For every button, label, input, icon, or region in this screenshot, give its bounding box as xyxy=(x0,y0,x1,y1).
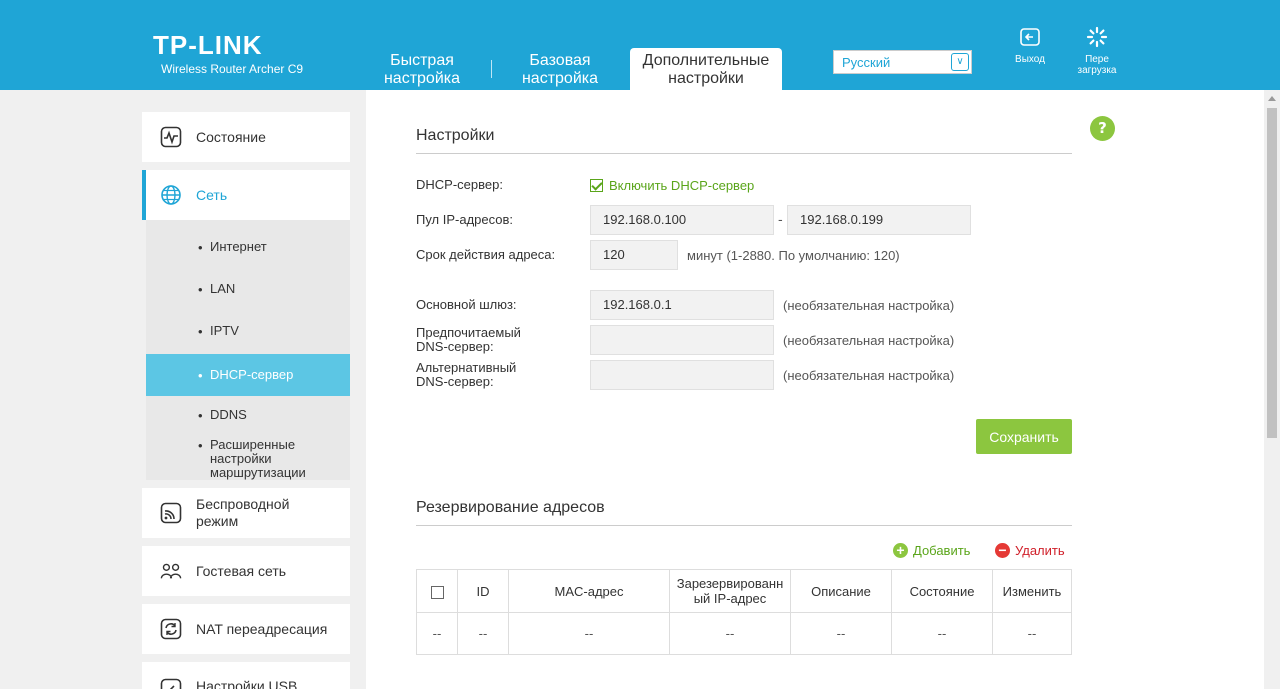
gateway-input[interactable]: 192.168.0.1 xyxy=(590,290,774,320)
vertical-scrollbar[interactable] xyxy=(1264,90,1280,689)
primary-dns-input[interactable] xyxy=(590,325,774,355)
sidebar-item-usb[interactable]: Настройки USB xyxy=(142,662,350,689)
language-value: Русский xyxy=(842,55,891,70)
router-model: Wireless Router Archer C9 xyxy=(161,62,304,76)
table-cell: -- xyxy=(416,612,458,655)
tab-separator xyxy=(491,60,492,78)
submenu-item-advanced-routing[interactable]: Расширенные настройки маршрутизации xyxy=(146,438,350,480)
select-all-header[interactable] xyxy=(416,569,458,613)
select-all-checkbox[interactable] xyxy=(430,585,444,599)
table-cell: -- xyxy=(669,612,791,655)
tab-basic[interactable]: Базовая настройка xyxy=(510,48,610,90)
brand-logo: TP-LINK xyxy=(153,30,263,60)
chevron-down-icon: ∨ xyxy=(951,53,969,71)
submenu-item-iptv[interactable]: IPTV xyxy=(146,324,350,344)
col-reserved-ip: Зарезервированн ый IP-адрес xyxy=(669,569,791,613)
ip-pool-label: Пул IP-адресов: xyxy=(416,212,514,227)
ip-pool-end-input[interactable]: 192.168.0.199 xyxy=(787,205,971,235)
logout-button[interactable]: Выход xyxy=(1010,26,1050,65)
globe-icon xyxy=(161,185,181,205)
submenu-item-dhcp-server[interactable]: DHCP-сервер xyxy=(146,354,350,396)
status-pulse-icon xyxy=(160,126,182,148)
reservation-table: ID MAC-адрес Зарезервированн ый IP-адрес… xyxy=(416,569,1072,655)
reboot-icon xyxy=(1086,26,1108,48)
secondary-dns-label: Альтернативный DNS-сервер: xyxy=(416,360,517,389)
col-edit: Изменить xyxy=(992,569,1072,613)
reservation-section-title: Резервирование адресов xyxy=(416,499,605,516)
section-divider xyxy=(416,153,1072,154)
submenu-item-lan[interactable]: LAN xyxy=(146,282,350,302)
reservation-divider xyxy=(416,525,1072,526)
wireless-icon xyxy=(160,502,182,524)
gateway-optional-note: (необязательная настройка) xyxy=(783,298,955,313)
sidebar-item-nat[interactable]: NAT переадресация xyxy=(142,604,350,654)
scroll-up-arrow-icon[interactable] xyxy=(1268,96,1276,101)
table-row: -- -- -- -- -- -- -- xyxy=(416,612,1072,655)
primary-dns-label: Предпочитаемый DNS-сервер: xyxy=(416,325,521,354)
table-cell: -- xyxy=(992,612,1072,655)
network-submenu: Интернет LAN IPTV DHCP-сервер DDNS Расши… xyxy=(146,220,350,480)
col-description: Описание xyxy=(790,569,892,613)
save-button[interactable]: Сохранить xyxy=(976,419,1072,454)
secondary-dns-input[interactable] xyxy=(590,360,774,390)
top-header: TP-LINK Wireless Router Archer C9 Быстра… xyxy=(0,0,1280,90)
gateway-label: Основной шлюз: xyxy=(416,297,517,312)
sidebar-item-status[interactable]: Состояние xyxy=(142,112,350,162)
dhcp-server-label: DHCP-сервер: xyxy=(416,177,503,192)
settings-section-title: Настройки xyxy=(416,127,495,144)
submenu-item-internet[interactable]: Интернет xyxy=(146,240,350,260)
usb-icon xyxy=(160,678,182,689)
checkbox-checked-icon xyxy=(590,179,603,192)
ip-pool-start-input[interactable]: 192.168.0.100 xyxy=(590,205,774,235)
lease-time-input[interactable]: 120 xyxy=(590,240,678,270)
table-cell: -- xyxy=(891,612,993,655)
submenu-item-ddns[interactable]: DDNS xyxy=(146,408,350,428)
scroll-thumb[interactable] xyxy=(1267,108,1277,438)
table-cell: -- xyxy=(457,612,509,655)
enable-dhcp-checkbox[interactable]: Включить DHCP-сервер xyxy=(590,178,754,193)
lease-time-note: минут (1-2880. По умолчанию: 120) xyxy=(687,248,900,263)
table-cell: -- xyxy=(790,612,892,655)
col-state: Состояние xyxy=(891,569,993,613)
primary-dns-optional-note: (необязательная настройка) xyxy=(783,333,955,348)
plus-icon: + xyxy=(893,543,908,558)
add-reservation-button[interactable]: + Добавить xyxy=(893,543,970,558)
tab-advanced[interactable]: Дополнительные настройки xyxy=(630,48,782,90)
secondary-dns-optional-note: (необязательная настройка) xyxy=(783,368,955,383)
reboot-button[interactable]: Пере загрузка xyxy=(1072,26,1122,76)
logout-icon xyxy=(1020,28,1040,46)
guest-users-icon xyxy=(160,563,182,579)
sidebar-item-wireless[interactable]: Беспроводной режим xyxy=(142,488,350,538)
lease-time-label: Срок действия адреса: xyxy=(416,247,556,262)
col-mac: MAC-адрес xyxy=(508,569,670,613)
sidebar-item-network[interactable]: Сеть xyxy=(142,170,350,220)
nat-refresh-icon xyxy=(160,618,182,640)
col-id: ID xyxy=(457,569,509,613)
help-button[interactable]: ? xyxy=(1090,116,1115,141)
tab-quick-setup[interactable]: Быстрая настройка xyxy=(372,48,472,90)
minus-icon: − xyxy=(995,543,1010,558)
language-select[interactable]: Русский ∨ xyxy=(833,50,972,74)
table-cell: -- xyxy=(508,612,670,655)
sidebar-item-guest-network[interactable]: Гостевая сеть xyxy=(142,546,350,596)
delete-reservation-button[interactable]: − Удалить xyxy=(995,543,1065,558)
ip-pool-separator: - xyxy=(778,213,783,228)
table-header-row: ID MAC-адрес Зарезервированн ый IP-адрес… xyxy=(416,569,1072,613)
